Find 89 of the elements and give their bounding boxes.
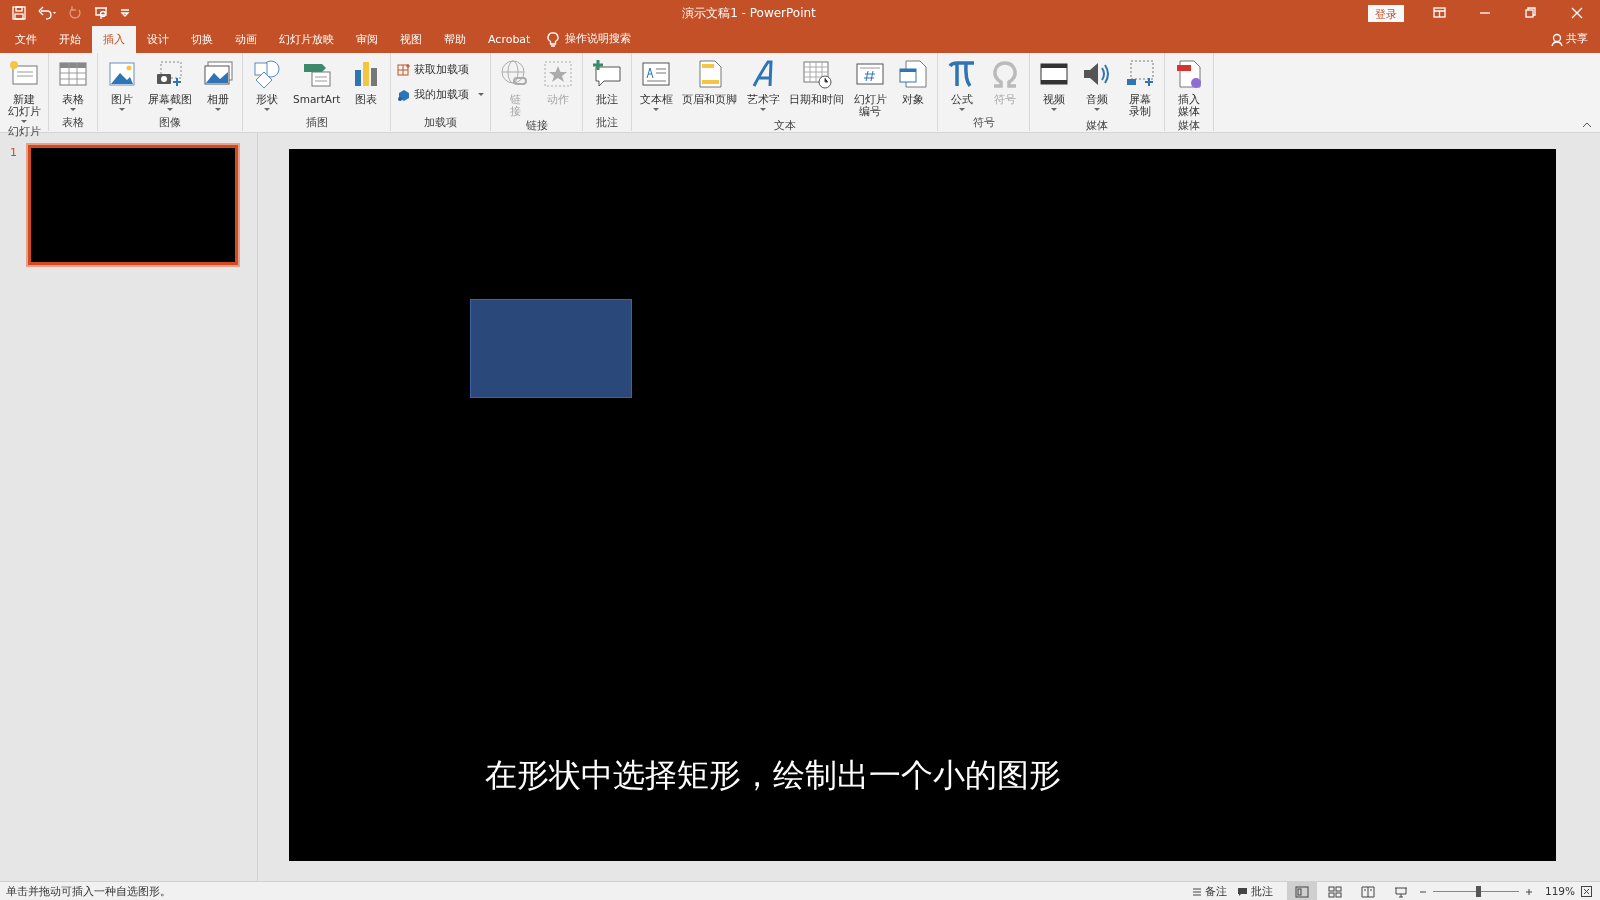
rectangle-shape[interactable] — [470, 298, 633, 399]
ribbon-button[interactable]: 获取加载项 — [395, 59, 487, 81]
fit-to-window-icon[interactable] — [1581, 886, 1592, 897]
view-button[interactable] — [1286, 882, 1317, 900]
ribbon-tab[interactable]: 幻灯片放映 — [268, 26, 345, 53]
save-icon[interactable] — [12, 6, 26, 20]
reading-view-icon — [1360, 885, 1375, 898]
ribbon-tab[interactable]: 开始 — [48, 26, 92, 53]
notes-icon — [1191, 886, 1202, 897]
status-message: 单击并拖动可插入一种自选图形。 — [5, 883, 171, 899]
group-label: 插图 — [304, 116, 329, 130]
caret-icon — [119, 108, 125, 111]
group-label: 链接 — [524, 119, 549, 133]
normal-view-icon — [1294, 885, 1309, 898]
slide-caption: 在形状中选择矩形，绘制出一个小的图形 — [485, 754, 1062, 796]
ribbon-button[interactable]: 屏幕截图 — [145, 56, 195, 113]
group-label: 批注 — [595, 116, 620, 130]
ribbon-button[interactable]: 屏幕 录制 — [1120, 56, 1161, 119]
slide-thumbnail[interactable] — [28, 145, 238, 265]
ribbon-button[interactable]: SmartArt — [290, 56, 344, 107]
customize-icon[interactable] — [120, 8, 130, 18]
ribbon-button[interactable]: 幻灯片 编号 — [850, 56, 891, 119]
ribbon-button[interactable]: 图片 — [102, 56, 142, 113]
add-in-icon — [397, 62, 412, 77]
caret-icon — [478, 93, 485, 97]
group-label: 文本 — [772, 119, 797, 133]
caret-icon — [264, 108, 270, 111]
ribbon-button[interactable]: 音频 — [1077, 56, 1118, 113]
share-button[interactable]: 共享 — [1566, 31, 1588, 48]
restore-icon[interactable] — [1524, 7, 1538, 19]
close-icon[interactable] — [1570, 7, 1584, 19]
ribbon-button[interactable]: 日期和时间 — [786, 56, 848, 107]
comments-button[interactable]: 批注 — [1234, 880, 1275, 900]
slide-show-icon — [1393, 885, 1408, 898]
group-label: 符号 — [971, 116, 996, 130]
ribbon-tab[interactable]: 帮助 — [433, 26, 477, 53]
notes-button[interactable]: 备注 — [1189, 880, 1229, 900]
caret-icon — [653, 108, 660, 111]
group-label: 加载项 — [423, 116, 459, 130]
group-label: 幻灯片 — [6, 125, 42, 139]
caret-icon — [21, 120, 27, 123]
ribbon-button[interactable]: 对象 — [893, 56, 934, 107]
comment-icon — [1236, 886, 1248, 897]
ribbon-button[interactable]: 图表 — [346, 56, 387, 107]
ribbon-tab[interactable]: 设计 — [136, 26, 180, 53]
ribbon-button[interactable]: 公式 — [942, 56, 983, 113]
zoom-in-icon[interactable] — [1524, 887, 1533, 896]
group-label: 图像 — [158, 116, 182, 130]
presentation-icon[interactable] — [94, 6, 108, 20]
caret-icon — [959, 108, 966, 111]
caret-icon — [70, 108, 76, 111]
person-icon[interactable] — [1551, 32, 1563, 47]
sign-in-button[interactable]: 登录 — [1368, 4, 1404, 22]
ribbon-button[interactable]: 新建 幻灯片 — [4, 56, 44, 125]
collapse-ribbon-icon[interactable] — [1582, 122, 1592, 128]
ribbon-button[interactable]: 相册 — [198, 56, 238, 113]
caret-icon — [167, 108, 173, 111]
caret-icon — [215, 108, 221, 111]
ribbon-button[interactable]: 插入 媒体 — [1169, 56, 1210, 119]
slide-number: 1 — [10, 145, 18, 161]
caret-icon — [1094, 108, 1101, 111]
undo-icon[interactable] — [38, 6, 56, 20]
caret-icon — [760, 108, 767, 111]
ribbon-tab[interactable]: Acrobat — [477, 26, 542, 53]
ribbon-tab[interactable]: 文件 — [4, 26, 48, 53]
window-title: 演示文稿1 - PowerPoint — [681, 5, 817, 22]
ribbon-tab[interactable]: 动画 — [224, 26, 268, 53]
ribbon-button[interactable]: 视频 — [1034, 56, 1075, 113]
ribbon-button[interactable]: 我的加载项 — [395, 83, 487, 106]
ribbon-button[interactable]: 形状 — [247, 56, 287, 113]
ribbon-button[interactable]: 艺术字 — [743, 56, 784, 113]
ribbon-tab[interactable]: 插入 — [92, 26, 136, 53]
tell-me-search[interactable]: 操作说明搜索 — [565, 31, 632, 48]
ribbon-tab[interactable]: 审阅 — [345, 26, 389, 53]
cube-icon — [397, 87, 412, 102]
ribbon-tab[interactable]: 视图 — [389, 26, 433, 53]
slide-sorter-icon — [1327, 885, 1342, 898]
ribbon-display-icon[interactable] — [1432, 7, 1446, 19]
ribbon-button[interactable]: 批注 — [587, 56, 628, 107]
ribbon-button[interactable]: 表格 — [53, 56, 93, 113]
ribbon-button[interactable]: 页眉和页脚 — [679, 56, 741, 107]
caret-icon — [1051, 108, 1058, 111]
group-label: 媒体 — [1085, 119, 1110, 133]
ribbon-tab[interactable]: 切换 — [180, 26, 224, 53]
group-label: 表格 — [61, 116, 85, 130]
ribbon-button[interactable]: 文本框 — [636, 56, 677, 113]
zoom-level[interactable]: 119% — [1544, 883, 1575, 900]
group-label: 媒体 — [1177, 119, 1202, 133]
lightbulb-icon[interactable] — [547, 32, 560, 47]
